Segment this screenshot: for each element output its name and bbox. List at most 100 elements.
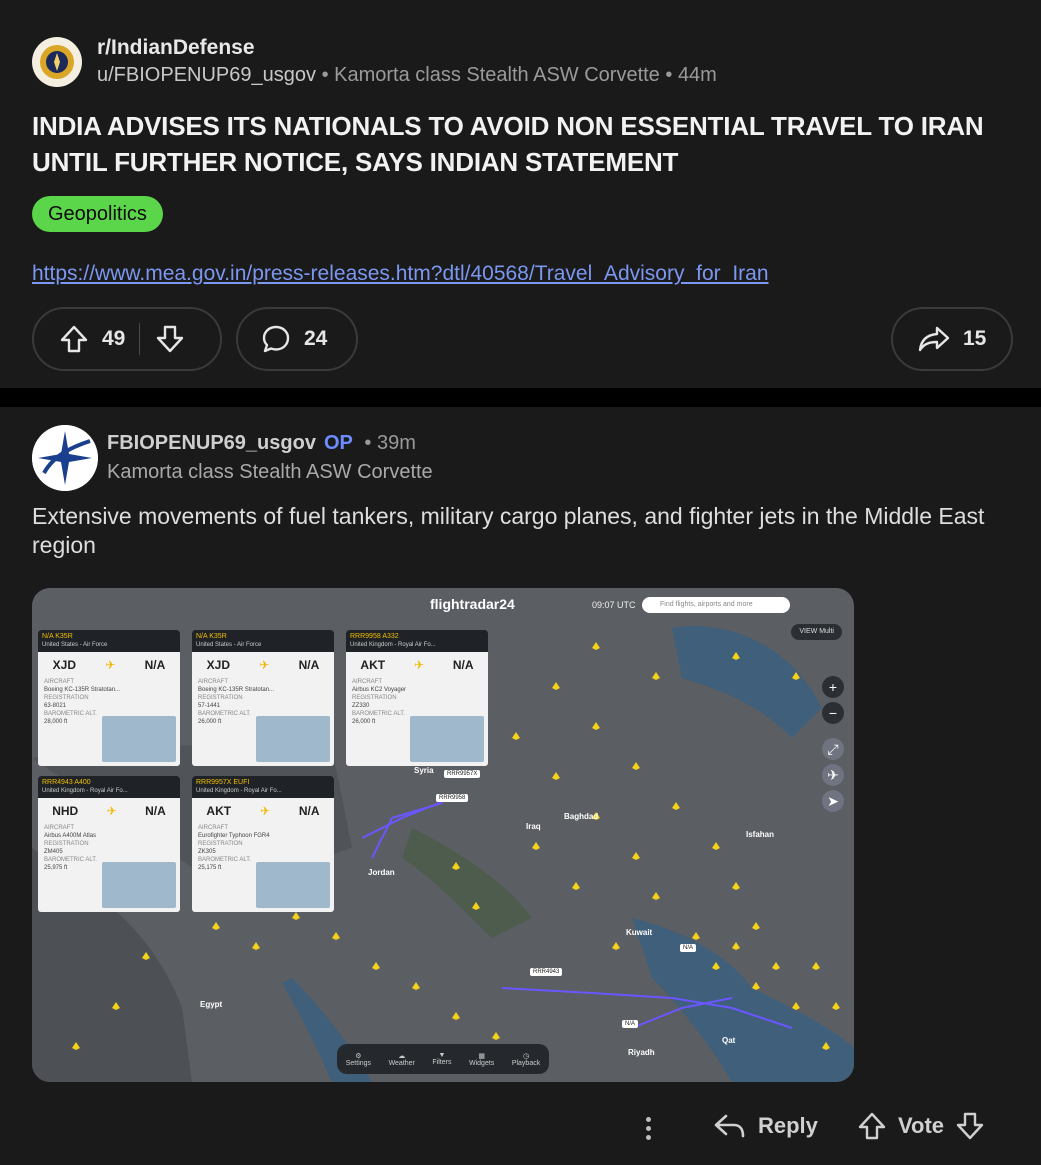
subreddit-avatar[interactable] bbox=[32, 37, 82, 87]
map-view-selector[interactable]: VIEW Multi bbox=[791, 624, 842, 640]
vote-control: 49 bbox=[32, 307, 222, 371]
flight-tag[interactable]: N/A bbox=[680, 944, 697, 952]
locate-icon[interactable]: ➤ bbox=[822, 790, 844, 812]
map-label-kuwait: Kuwait bbox=[626, 928, 653, 937]
map-label-iraq: Iraq bbox=[526, 822, 541, 831]
registration: REGISTRATION ZZ330 bbox=[352, 695, 397, 709]
upvote-icon[interactable] bbox=[856, 1110, 888, 1142]
flight-tag[interactable]: N/A bbox=[622, 1020, 639, 1028]
star-logo-icon bbox=[32, 425, 98, 491]
flight-tag[interactable]: RRR4943 bbox=[530, 968, 563, 976]
reply-button[interactable]: Reply bbox=[712, 1110, 818, 1142]
map-brand: flightradar24 bbox=[430, 596, 515, 612]
post-meta: u/FBIOPENUP69_usgov • Kamorta class Stea… bbox=[97, 64, 717, 86]
post-author[interactable]: u/FBIOPENUP69_usgov bbox=[97, 64, 316, 86]
zoom-in-icon[interactable]: + bbox=[822, 676, 844, 698]
plane-icon: ✈ bbox=[413, 658, 425, 672]
upvote-icon[interactable] bbox=[58, 323, 90, 355]
downvote-icon[interactable] bbox=[154, 323, 186, 355]
map-label-jordan: Jordan bbox=[368, 868, 395, 877]
flight-card[interactable]: N/A K35R United States - Air Force XJD ✈ N/… bbox=[38, 630, 180, 766]
vote-label: Vote bbox=[898, 1113, 945, 1138]
filters-button[interactable]: ▼ Filters bbox=[432, 1052, 451, 1066]
settings-button[interactable]: ⚙ Settings bbox=[346, 1052, 371, 1067]
flight-route: AKT ✈ N/A bbox=[360, 658, 474, 672]
aircraft-type: AIRCRAFT Airbus A400M Atlas bbox=[44, 825, 97, 839]
registration: REGISTRATION ZM405 bbox=[44, 841, 89, 855]
flight-card-header: N/A K35R United States - Air Force bbox=[192, 630, 334, 652]
map-label-isfahan: Isfahan bbox=[746, 830, 775, 839]
flight-card-header: N/A K35R United States - Air Force bbox=[38, 630, 180, 652]
comment-body: Extensive movements of fuel tankers, mil… bbox=[32, 503, 985, 558]
commenter-avatar[interactable] bbox=[32, 425, 98, 491]
flight-route: XJD ✈ N/A bbox=[206, 658, 320, 672]
post-age: 44m bbox=[677, 64, 717, 86]
share-button[interactable]: 15 bbox=[891, 307, 1013, 371]
map-label-syria: Syria bbox=[414, 766, 434, 775]
comment-vote-control: Vote bbox=[856, 1110, 986, 1142]
aircraft-type: AIRCRAFT Eurofighter Typhoon FGR4 bbox=[198, 825, 270, 839]
flight-route: AKT ✈ N/A bbox=[206, 804, 320, 818]
aircraft-type: AIRCRAFT Airbus KC2 Voyager bbox=[352, 679, 407, 693]
comment-author-flair: Kamorta class Stealth ASW Corvette bbox=[107, 461, 433, 483]
flight-card[interactable]: N/A K35R United States - Air Force XJD ✈ N/… bbox=[192, 630, 334, 766]
downvote-icon[interactable] bbox=[954, 1110, 986, 1142]
playback-button[interactable]: ◷ Playback bbox=[512, 1052, 540, 1067]
flight-card[interactable]: RRR9957X EUFI United Kingdom - Royal Air … bbox=[192, 776, 334, 912]
upvote-count: 49 bbox=[102, 327, 126, 350]
flight-card-header: RRR4943 A400 United Kingdom - Royal Air F… bbox=[38, 776, 180, 798]
plane-icon: ✈ bbox=[259, 658, 270, 672]
section-divider bbox=[0, 388, 1041, 407]
reply-arrow-icon bbox=[714, 1114, 745, 1138]
comment-count: 24 bbox=[304, 327, 328, 350]
flight-card[interactable]: RRR9958 A332 United Kingdom - Royal Air F… bbox=[346, 630, 488, 766]
flight-route: NHD ✈ N/A bbox=[52, 804, 166, 818]
flight-card[interactable]: RRR4943 A400 United Kingdom - Royal Air F… bbox=[38, 776, 180, 912]
aircraft-photo bbox=[410, 716, 484, 762]
comments-button[interactable]: 24 bbox=[236, 307, 358, 371]
aircraft-type: AIRCRAFT Boeing KC-135R Stratotan... bbox=[198, 679, 275, 693]
plane-icon: ✈ bbox=[106, 804, 117, 818]
navy-emblem-icon bbox=[34, 39, 80, 85]
comment-age: 39m bbox=[376, 432, 416, 454]
map-time: 09:07 UTC bbox=[592, 600, 636, 610]
flight-card-header: RRR9957X EUFI United Kingdom - Royal Air … bbox=[192, 776, 334, 798]
reply-label: Reply bbox=[758, 1113, 818, 1138]
op-badge: OP bbox=[323, 432, 353, 454]
post-link[interactable]: https://www.mea.gov.in/press-releases.ht… bbox=[32, 262, 769, 286]
subreddit-name[interactable]: r/IndianDefense bbox=[97, 36, 255, 60]
map-label-riyadh: Riyadh bbox=[628, 1048, 655, 1057]
fullscreen-icon[interactable]: ⤢ bbox=[822, 738, 844, 760]
aircraft-photo bbox=[102, 716, 176, 762]
aircraft-type: AIRCRAFT Boeing KC-135R Stratotan... bbox=[44, 679, 121, 693]
zoom-out-icon[interactable]: − bbox=[822, 702, 844, 724]
aircraft-photo bbox=[256, 716, 330, 762]
author-flair: Kamorta class Stealth ASW Corvette bbox=[334, 64, 660, 86]
map-label-baghdad: Baghdad bbox=[564, 812, 599, 821]
registration: REGISTRATION 63-8021 bbox=[44, 695, 89, 709]
more-options-icon[interactable] bbox=[638, 1113, 658, 1145]
registration: REGISTRATION ZK305 bbox=[198, 841, 243, 855]
comment-author[interactable]: FBIOPENUP69_usgov bbox=[107, 432, 316, 454]
widgets-button[interactable]: ▦ Widgets bbox=[469, 1052, 494, 1067]
map-label-qatar: Qat bbox=[722, 1036, 736, 1045]
post-title[interactable]: INDIA ADVISES ITS NATIONALS TO AVOID NON… bbox=[32, 108, 1012, 180]
registration: REGISTRATION 57-1441 bbox=[198, 695, 243, 709]
map-zoom-controls: + − ⤢ ✈ ➤ bbox=[822, 676, 846, 816]
map-search-input[interactable]: Find flights, airports and more bbox=[642, 597, 790, 613]
comment-bubble-icon bbox=[262, 325, 290, 353]
flight-route: XJD ✈ N/A bbox=[52, 658, 166, 672]
share-arrow-icon bbox=[918, 326, 950, 352]
share-count: 15 bbox=[963, 327, 987, 350]
aircraft-photo bbox=[256, 862, 330, 908]
vote-divider bbox=[139, 323, 141, 355]
post-flair[interactable]: Geopolitics bbox=[32, 196, 163, 232]
flight-card-header: RRR9958 A332 United Kingdom - Royal Air F… bbox=[346, 630, 488, 652]
flight-map-image[interactable]: flightradar24 09:07 UTC Find flights, ai… bbox=[32, 588, 854, 1082]
weather-button[interactable]: ☁ Weather bbox=[389, 1052, 415, 1067]
airplane-icon[interactable]: ✈ bbox=[822, 764, 844, 786]
flight-tag[interactable]: RRR9958 bbox=[436, 794, 469, 802]
flight-tag[interactable]: RRR9957X bbox=[444, 770, 481, 778]
post-card: r/IndianDefense u/FBIOPENUP69_usgov • Ka… bbox=[0, 0, 1041, 388]
comment-author-line: FBIOPENUP69_usgov OP • 39m bbox=[107, 432, 416, 454]
